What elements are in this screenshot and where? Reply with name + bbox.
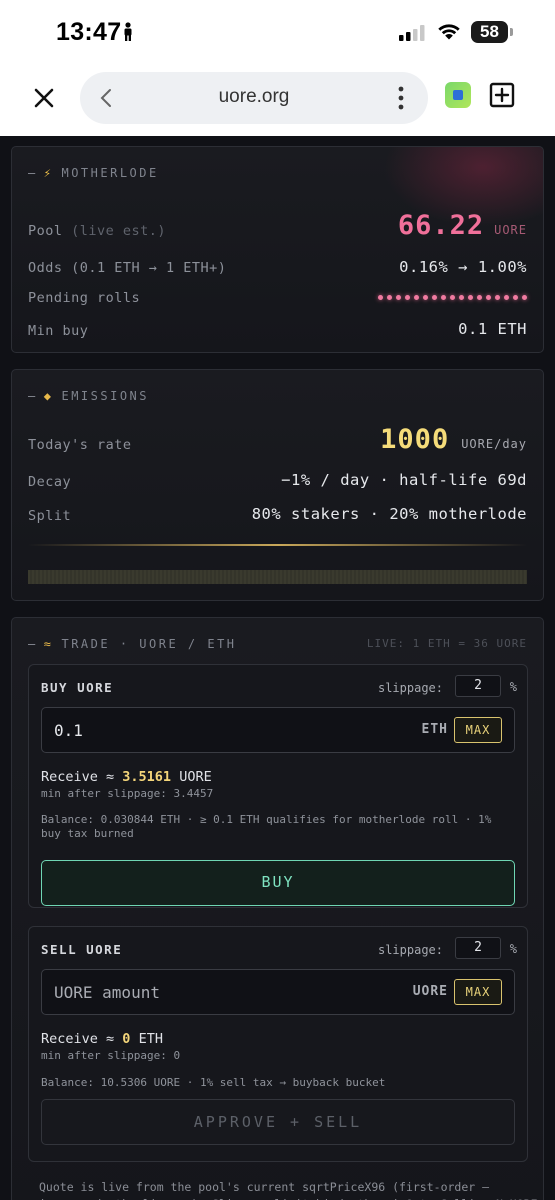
rate-value: 1000 UORE/day <box>380 424 527 455</box>
buy-amount-input[interactable]: 0.1 ETH MAX <box>41 707 515 753</box>
pending-roll-dot <box>495 295 500 300</box>
buy-title: BUY UORE <box>41 680 114 695</box>
pending-roll-dot <box>513 295 518 300</box>
odds-value: 0.16% → 1.00% <box>399 258 527 276</box>
buy-slippage-label: slippage: <box>377 681 443 695</box>
pending-roll-dot <box>423 295 428 300</box>
buy-panel: BUY UORE slippage: 2 % 0.1 ETH MAX Recei… <box>28 664 528 908</box>
sell-slippage-label: slippage: <box>377 943 443 957</box>
pending-roll-dot <box>477 295 482 300</box>
motherlode-card: — ⚡ MOTHERLODE Pool (live est.) 66.22 UORE … <box>11 146 544 353</box>
extension-icon[interactable] <box>445 82 471 108</box>
buy-amount-unit: ETH <box>421 722 448 737</box>
decay-label: Decay <box>28 474 72 490</box>
status-time: 13:47 <box>56 18 122 46</box>
trade-heading: — ≈ TRADE · UORE / ETH <box>28 637 237 651</box>
motherlode-heading: — ⚡ MOTHERLODE <box>28 166 159 180</box>
pool-value: 66.22 UORE <box>397 210 527 241</box>
sell-slippage-unit: % <box>509 942 517 956</box>
min-buy-label: Min buy <box>28 323 89 339</box>
live-rate: LIVE: 1 ETH = 36 UORE <box>366 637 527 650</box>
browser-toolbar: uore.org <box>0 62 555 136</box>
split-label: Split <box>28 508 72 524</box>
buy-slippage-input[interactable]: 2 <box>455 675 501 697</box>
address-bar[interactable]: uore.org <box>80 72 428 124</box>
person-icon <box>122 22 134 46</box>
sell-amount-input[interactable]: UORE amount UORE MAX <box>41 969 515 1015</box>
pending-roll-dot <box>450 295 455 300</box>
url-text[interactable]: uore.org <box>80 86 428 108</box>
lightning-icon: ⚡ <box>43 166 54 180</box>
pending-roll-dot <box>504 295 509 300</box>
pending-roll-dot <box>387 295 392 300</box>
sell-receive: Receive ≈ 0 ETH <box>41 1031 163 1047</box>
sell-max-button[interactable]: MAX <box>454 979 502 1005</box>
sell-amount-unit: UORE <box>412 984 448 999</box>
quote-footnote: Quote is live from the pool's current sq… <box>39 1180 538 1200</box>
rate-label: Today's rate <box>28 437 132 453</box>
wifi-icon <box>437 22 461 44</box>
emission-bar <box>28 570 527 584</box>
new-tab-icon[interactable] <box>489 82 515 108</box>
sell-title: SELL UORE <box>41 942 123 957</box>
odds-label: Odds (0.1 ETH → 1 ETH+) <box>28 260 227 276</box>
pending-roll-dot <box>486 295 491 300</box>
emissions-heading: — ◆ EMISSIONS <box>28 389 149 403</box>
buy-button[interactable]: BUY <box>41 860 515 906</box>
emission-curve-line <box>28 544 527 546</box>
pending-rolls-label: Pending rolls <box>28 290 141 306</box>
pending-roll-dot <box>432 295 437 300</box>
min-buy-value: 0.1 ETH <box>458 320 527 338</box>
emissions-card: — ◆ EMISSIONS Today's rate 1000 UORE/day De… <box>11 369 544 601</box>
battery-indicator: 58 <box>471 21 508 43</box>
pending-roll-dot <box>468 295 473 300</box>
approx-icon: ≈ <box>43 637 54 651</box>
split-value: 80% stakers · 20% motherlode <box>251 505 527 523</box>
sell-amount-placeholder[interactable]: UORE amount <box>54 983 160 1002</box>
cellular-signal-icon <box>399 25 425 45</box>
diamond-icon: ◆ <box>43 389 54 403</box>
pool-label: Pool (live est.) <box>28 223 167 239</box>
buy-receive: Receive ≈ 3.5161 UORE <box>41 769 212 785</box>
pending-roll-dot <box>441 295 446 300</box>
pending-roll-dot <box>378 295 383 300</box>
buy-slippage-unit: % <box>509 680 517 694</box>
buy-min-after-slippage: min after slippage: 3.4457 <box>41 787 214 800</box>
sell-balance-note: Balance: 10.5306 UORE · 1% sell tax → bu… <box>41 1076 386 1089</box>
pending-roll-dot <box>522 295 527 300</box>
pending-rolls-indicator <box>378 295 527 300</box>
page-content: — ⚡ MOTHERLODE Pool (live est.) 66.22 UORE … <box>0 136 555 1200</box>
buy-balance-note: Balance: 0.030844 ETH · ≥ 0.1 ETH qualif… <box>41 813 492 840</box>
pending-roll-dot <box>459 295 464 300</box>
sell-panel: SELL UORE slippage: 2 % UORE amount UORE… <box>28 926 528 1162</box>
close-icon[interactable] <box>30 84 58 112</box>
battery-cap <box>510 28 513 36</box>
decay-value: −1% / day · half-life 69d <box>281 471 527 489</box>
status-bar: 13:47 58 <box>0 0 555 62</box>
sell-min-after-slippage: min after slippage: 0 <box>41 1049 181 1062</box>
approve-sell-button[interactable]: APPROVE + SELL <box>41 1099 515 1145</box>
more-vertical-icon[interactable] <box>398 86 404 114</box>
pending-roll-dot <box>405 295 410 300</box>
trade-card: — ≈ TRADE · UORE / ETH LIVE: 1 ETH = 36 UO… <box>11 617 544 1200</box>
pending-roll-dot <box>414 295 419 300</box>
buy-amount-value[interactable]: 0.1 <box>54 721 83 740</box>
buy-max-button[interactable]: MAX <box>454 717 502 743</box>
pending-roll-dot <box>396 295 401 300</box>
sell-slippage-input[interactable]: 2 <box>455 937 501 959</box>
